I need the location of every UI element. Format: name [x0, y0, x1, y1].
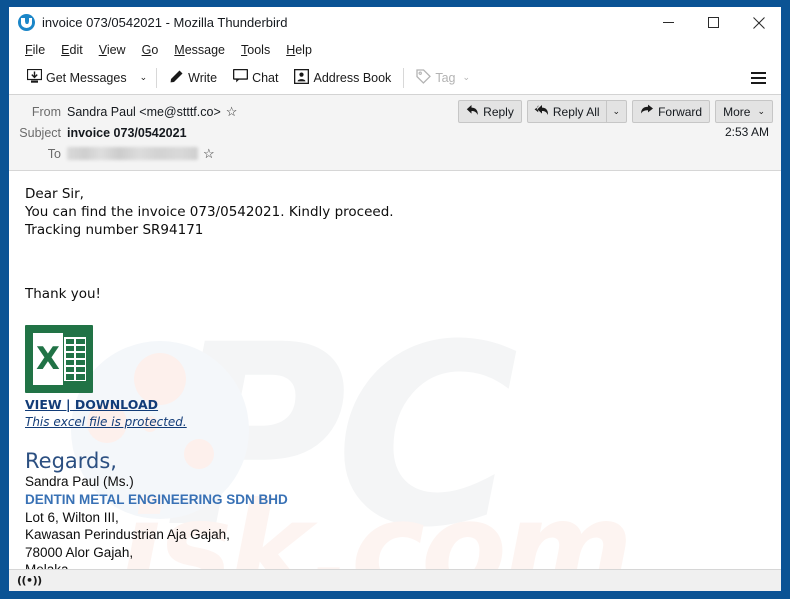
hamburger-menu-icon[interactable]: [742, 66, 775, 90]
star-icon[interactable]: ☆: [226, 105, 238, 118]
menu-file[interactable]: File: [17, 40, 53, 61]
reply-all-dropdown[interactable]: ⌄: [607, 101, 627, 122]
body-gap: [25, 239, 781, 285]
minimize-button[interactable]: [646, 7, 691, 38]
get-messages-label: Get Messages: [46, 70, 127, 85]
excel-file-icon[interactable]: X: [25, 325, 93, 393]
tag-dropdown-caret-icon[interactable]: ⌄: [459, 72, 475, 83]
reply-all-arrow-icon: [534, 104, 549, 119]
write-button[interactable]: Write: [161, 65, 225, 91]
speech-bubble-icon: [232, 68, 249, 86]
reply-all-button[interactable]: Reply All ⌄: [526, 100, 628, 123]
chat-button[interactable]: Chat: [225, 65, 286, 90]
body-content: Dear Sir, You can find the invoice 073/0…: [25, 185, 781, 569]
from-value-group: Sandra Paul <me@stttf.co> ☆: [67, 105, 237, 119]
to-row: To ☆: [9, 143, 781, 164]
menu-edit[interactable]: Edit: [53, 40, 91, 61]
message-actions: Reply Reply All ⌄ Forward More ⌄: [458, 100, 773, 123]
menu-tools[interactable]: Tools: [233, 40, 278, 61]
protected-file-note[interactable]: This excel file is protected.: [25, 415, 781, 429]
excel-icon-page: X: [33, 333, 63, 385]
signature-address-2: Kawasan Perindustrian Aja Gajah,: [25, 527, 230, 542]
maximize-button[interactable]: [691, 7, 736, 38]
reply-all-label: Reply All: [552, 104, 600, 119]
title-bar: invoice 073/0542021 - Mozilla Thunderbir…: [9, 7, 781, 39]
reply-button[interactable]: Reply: [458, 100, 522, 123]
address-book-icon: [294, 68, 310, 87]
forward-button[interactable]: Forward: [632, 100, 711, 123]
menu-message[interactable]: Message: [166, 40, 233, 61]
menu-view[interactable]: View: [91, 40, 134, 61]
email-signature: Regards, Sandra Paul (Ms.) DENTIN METAL …: [25, 449, 781, 569]
message-timestamp: 2:53 AM: [724, 125, 769, 139]
toolbar-separator-2: [403, 67, 405, 88]
download-mail-icon: [26, 68, 43, 87]
chevron-down-icon[interactable]: ⌄: [613, 106, 621, 117]
toolbar-separator-1: [156, 67, 158, 88]
write-label: Write: [188, 70, 218, 85]
tag-button[interactable]: Tag ⌄: [408, 65, 483, 91]
reply-arrow-icon: [466, 104, 479, 119]
close-button[interactable]: [736, 7, 781, 38]
thunderbird-window: invoice 073/0542021 - Mozilla Thunderbir…: [8, 6, 782, 592]
reply-all-main[interactable]: Reply All: [528, 101, 606, 122]
get-messages-button[interactable]: Get Messages: [19, 65, 135, 91]
chat-label: Chat: [252, 70, 279, 85]
to-value-group: ☆: [67, 147, 215, 160]
thunderbird-logo-icon: [18, 14, 35, 31]
to-value-redacted[interactable]: [67, 147, 198, 160]
body-line-1: You can find the invoice 073/0542021. Ki…: [25, 204, 394, 220]
from-label: From: [31, 104, 61, 119]
more-label: More: [723, 104, 751, 119]
to-label: To: [47, 146, 61, 161]
window-title: invoice 073/0542021 - Mozilla Thunderbir…: [42, 15, 288, 30]
main-toolbar: Get Messages ⌄ Write Chat Address Book T…: [9, 61, 781, 95]
tag-label: Tag: [435, 70, 456, 85]
body-thanks: Thank you!: [25, 286, 101, 302]
from-value[interactable]: Sandra Paul <me@stttf.co>: [67, 105, 221, 119]
chevron-down-icon[interactable]: ⌄: [754, 106, 765, 117]
signature-address-1: Lot 6, Wilton III,: [25, 509, 119, 525]
menu-go[interactable]: Go: [134, 40, 167, 61]
signature-address-4: Melaka.: [25, 561, 781, 569]
menu-bar: File Edit View Go Message Tools Help: [9, 39, 781, 61]
signature-address-3: 78000 Alor Gajah,: [25, 544, 134, 560]
view-download-link[interactable]: VIEW | DOWNLOAD: [25, 397, 781, 412]
forward-label: Forward: [658, 104, 703, 119]
signature-regards: Regards,: [25, 449, 117, 473]
address-book-label: Address Book: [313, 70, 392, 85]
pencil-icon: [169, 69, 184, 87]
signature-name: Sandra Paul (Ms.): [25, 474, 134, 489]
broadcast-icon[interactable]: ((•)): [17, 574, 42, 587]
body-line-2: Tracking number SR94171: [25, 222, 204, 238]
more-button[interactable]: More ⌄: [715, 100, 773, 123]
forward-arrow-icon: [640, 104, 654, 119]
message-header: From Sandra Paul <me@stttf.co> ☆ Subject…: [9, 95, 781, 171]
address-book-button[interactable]: Address Book: [286, 65, 399, 91]
message-body: PC isk.com Dear Sir, You can find the in…: [9, 171, 781, 569]
reply-label: Reply: [483, 104, 514, 119]
body-greeting: Dear Sir,: [25, 186, 84, 202]
tag-icon: [416, 68, 432, 87]
subject-row: Subject invoice 073/0542021: [9, 122, 781, 143]
menu-help[interactable]: Help: [278, 40, 320, 61]
excel-icon-letter: X: [36, 340, 60, 377]
excel-icon-grid: [64, 337, 86, 381]
signature-company: DENTIN METAL ENGINEERING SDN BHD: [25, 491, 288, 507]
get-messages-dropdown-caret-icon[interactable]: ⌄: [135, 72, 153, 83]
status-bar: ((•)): [9, 569, 781, 591]
subject-value: invoice 073/0542021: [67, 125, 187, 140]
subject-label: Subject: [19, 125, 61, 140]
star-icon[interactable]: ☆: [203, 147, 215, 160]
